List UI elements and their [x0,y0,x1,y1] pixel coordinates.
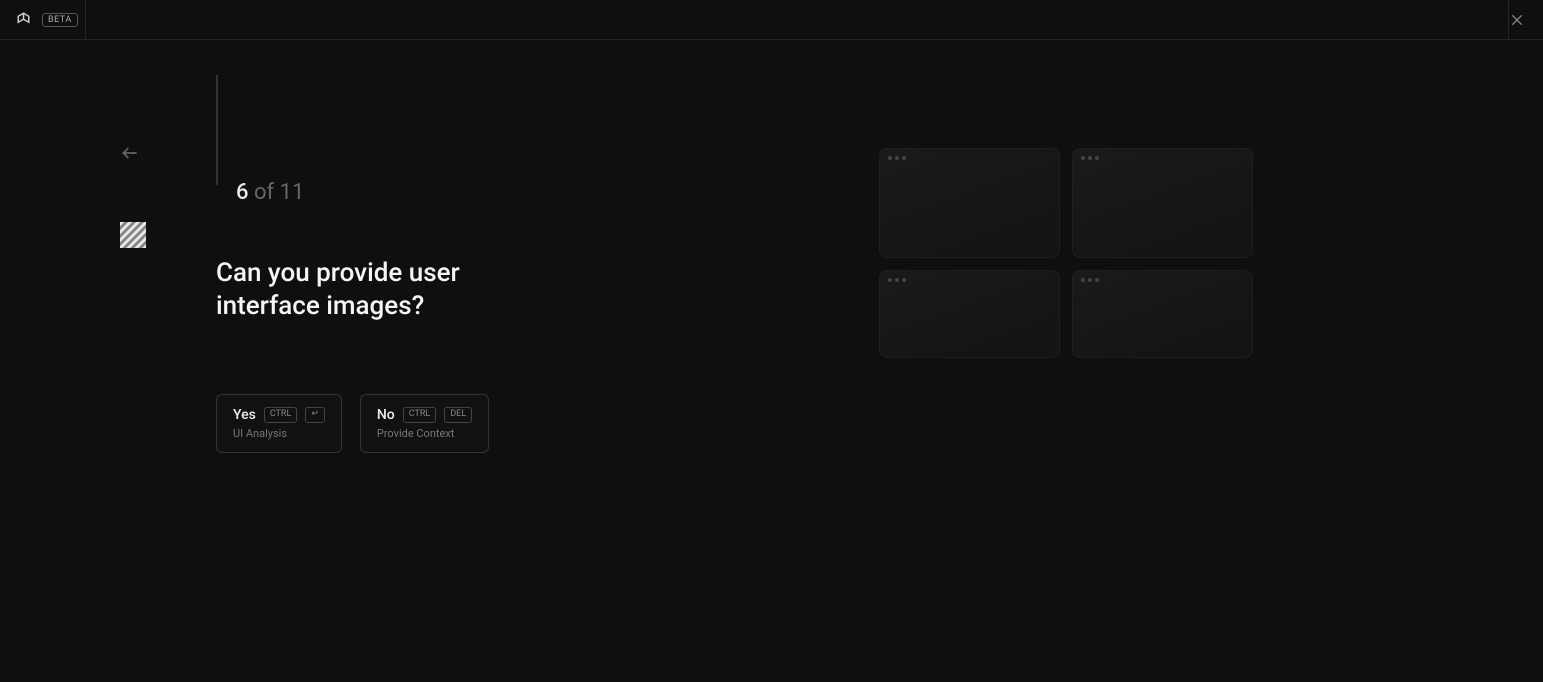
no-header: No CTRL DEL [377,407,472,423]
logo-icon [16,11,34,29]
avatar-icon [120,222,146,248]
preview-area [879,148,1253,358]
yes-label: Yes [233,407,256,423]
progress-indicator-line [216,75,218,185]
yes-key-ctrl: CTRL [264,407,298,423]
no-subtitle: Provide Context [377,427,472,440]
preview-window-4 [1072,270,1253,358]
no-label: No [377,407,395,423]
beta-badge: BETA [42,13,78,27]
header-divider-right [1508,0,1509,40]
preview-window-1 [879,148,1060,258]
step-separator: of [249,180,280,205]
header-left: BETA [16,11,78,29]
yes-key-enter: ↵ [305,407,325,423]
window-dots-icon [1073,271,1252,289]
yes-subtitle: UI Analysis [233,427,325,440]
step-current: 6 [236,180,249,205]
preview-window-2 [1072,148,1253,258]
close-icon[interactable] [1507,10,1527,30]
header: BETA [0,0,1543,40]
header-divider [85,0,86,40]
yes-header: Yes CTRL ↵ [233,407,325,423]
window-dots-icon [880,271,1059,289]
back-arrow-icon[interactable] [120,143,140,163]
no-key-ctrl: CTRL [403,407,437,423]
window-dots-icon [1073,149,1252,167]
preview-window-3 [879,270,1060,358]
options-row: Yes CTRL ↵ UI Analysis No CTRL DEL Provi… [216,394,820,453]
main-content: 6 of 11 Can you provide user interface i… [0,40,1543,453]
yes-button[interactable]: Yes CTRL ↵ UI Analysis [216,394,342,453]
step-total: 11 [280,180,305,205]
step-counter: 6 of 11 [236,180,820,205]
no-key-del: DEL [444,407,472,423]
left-column: 6 of 11 Can you provide user interface i… [120,115,820,453]
no-button[interactable]: No CTRL DEL Provide Context [360,394,489,453]
question-title: Can you provide user interface images? [216,257,556,322]
window-dots-icon [880,149,1059,167]
